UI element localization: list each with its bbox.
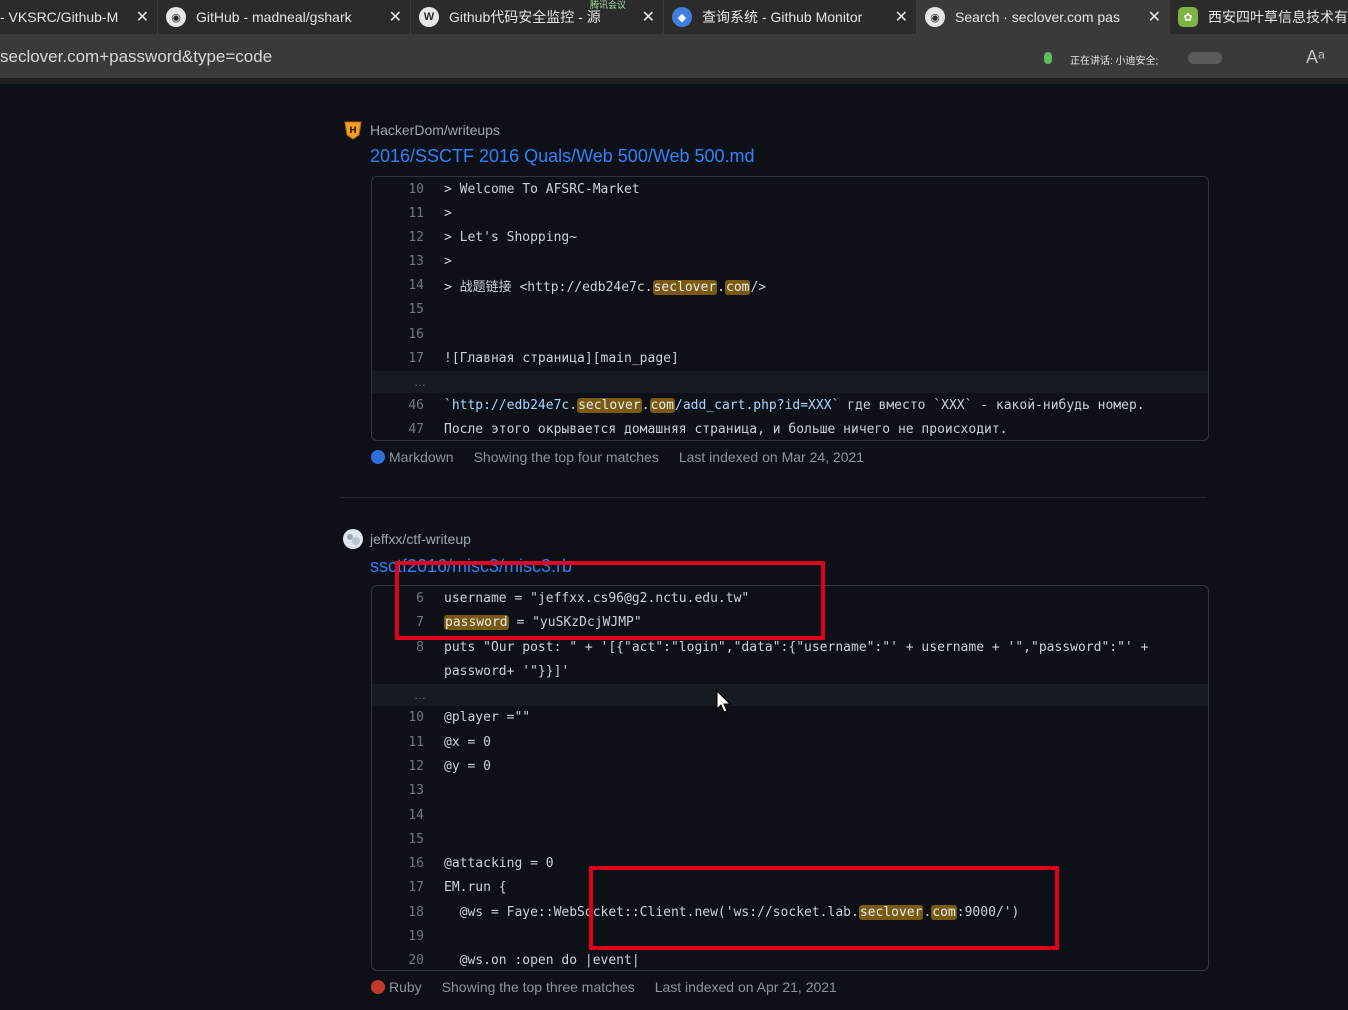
repo-name-link[interactable]: jeffxx/ctf-writeup bbox=[370, 531, 471, 547]
annotation-box-websocket bbox=[589, 866, 1059, 950]
match-highlight: seclover bbox=[652, 279, 718, 295]
code-snippet-box: 10 > Welcome To AFSRC-Market 11 > 12 > Let'… bbox=[371, 176, 1209, 441]
meeting-indicator: 腾讯会议 bbox=[590, 0, 627, 10]
code-line: 11 > bbox=[408, 205, 452, 221]
close-icon[interactable]: ✕ bbox=[389, 7, 402, 27]
close-icon[interactable]: ✕ bbox=[642, 7, 655, 27]
result-separator bbox=[340, 497, 1206, 498]
match-highlight: com bbox=[649, 397, 675, 413]
tab-title: 西安四叶草信息技术有 bbox=[1208, 9, 1348, 25]
language-color-dot bbox=[371, 980, 385, 994]
language-label: Ruby bbox=[389, 979, 422, 995]
code-line: 46 `http://edb24e7c.seclover.com/add_cart… bbox=[408, 397, 1145, 413]
code-line: 15 bbox=[408, 301, 424, 317]
language-color-dot bbox=[371, 450, 385, 464]
result-repo-row: H HackerDom/writeups bbox=[342, 119, 500, 141]
result-meta: Ruby Showing the top three matches Last … bbox=[371, 979, 837, 995]
code-line: 16 @attacking = 0 bbox=[408, 855, 554, 871]
code-line: 10 @player ="" bbox=[408, 709, 531, 725]
svg-text:H: H bbox=[349, 126, 357, 136]
code-line: 47 После этого окрывается домашняя страни… bbox=[408, 421, 1008, 437]
close-icon[interactable]: ✕ bbox=[136, 7, 149, 27]
tab-query-system[interactable]: ◆ 查询系统 - Github Monitor ✕ bbox=[664, 0, 917, 34]
match-highlight: com bbox=[725, 279, 751, 295]
repo-avatar[interactable]: H bbox=[342, 119, 364, 141]
code-line: 20 @ws.on :open do |event| bbox=[408, 952, 640, 968]
tab-vksrc[interactable]: - VKSRC/Github-M ✕ bbox=[0, 0, 158, 34]
result-meta: Markdown Showing the top four matches La… bbox=[371, 449, 864, 465]
read-aloud-icon[interactable]: A͏ᵃ bbox=[1306, 47, 1325, 68]
blurred-icon bbox=[1188, 52, 1222, 64]
code-line: 13 > bbox=[408, 253, 452, 269]
match-count: Showing the top three matches bbox=[441, 979, 635, 995]
tab-gshark[interactable]: ◉ GitHub - madneal/gshark ✕ bbox=[158, 0, 411, 34]
code-line: 12 > Let's Shopping~ bbox=[408, 229, 578, 245]
tab-title: Search · seclover.com pas bbox=[955, 9, 1120, 25]
language-label: Markdown bbox=[389, 449, 454, 465]
code-line: 17 ![Главная страница][main_page] bbox=[408, 350, 679, 366]
annotation-box-credentials bbox=[395, 561, 825, 640]
file-path-link[interactable]: 2016/SSCTF 2016 Quals/Web 500/Web 500.md bbox=[370, 146, 755, 167]
code-line: 17 EM.run { bbox=[408, 879, 507, 895]
tab-title: GitHub - madneal/gshark bbox=[196, 9, 352, 25]
github-icon: ◉ bbox=[925, 7, 945, 27]
monitor-icon: ◆ bbox=[672, 7, 692, 27]
tab-title: 查询系统 - Github Monitor bbox=[702, 9, 863, 25]
code-line: 13 bbox=[408, 782, 424, 798]
match-count: Showing the top four matches bbox=[473, 449, 659, 465]
indexed-date: Last indexed on Mar 24, 2021 bbox=[678, 449, 865, 465]
github-icon: ◉ bbox=[166, 7, 186, 27]
tab-search-seclover[interactable]: ◉ Search · seclover.com pas ✕ bbox=[917, 0, 1170, 34]
code-line: 12 @y = 0 bbox=[408, 758, 491, 774]
tab-github-monitor-wp[interactable]: W Github代码安全监控 - 源 ✕ bbox=[411, 0, 664, 34]
tab-strip: - VKSRC/Github-M ✕ ◉ GitHub - madneal/gs… bbox=[0, 0, 1348, 34]
code-gap: … bbox=[372, 684, 1208, 706]
code-line: password+ '"}}]' bbox=[444, 663, 570, 679]
match-highlight: seclover bbox=[577, 397, 642, 413]
code-line: 11 @x = 0 bbox=[408, 734, 491, 750]
tab-title: - VKSRC/Github-M bbox=[0, 9, 119, 25]
code-line: 15 bbox=[408, 831, 424, 847]
close-icon[interactable]: ✕ bbox=[895, 7, 908, 27]
code-gap: … bbox=[372, 371, 1208, 393]
code-line: 10 > Welcome To AFSRC-Market bbox=[408, 181, 640, 197]
result-repo-row: jeffxx/ctf-writeup bbox=[342, 528, 471, 550]
mouse-cursor-icon bbox=[716, 689, 732, 719]
microphone-icon bbox=[1044, 52, 1052, 64]
tab-seclover-company[interactable]: ✿ 西安四叶草信息技术有 bbox=[1170, 0, 1348, 34]
code-line: 14 > 战题链接 <http://edb24e7c.seclover.com/> bbox=[408, 277, 767, 295]
code-line: 14 bbox=[408, 807, 424, 823]
code-line: 16 bbox=[408, 326, 424, 342]
toolbar-divider bbox=[0, 78, 1348, 84]
indexed-date: Last indexed on Apr 21, 2021 bbox=[654, 979, 837, 995]
repo-avatar[interactable] bbox=[342, 528, 364, 550]
repo-name-link[interactable]: HackerDom/writeups bbox=[370, 122, 500, 138]
speaking-status: 正在讲话: 小迪安全; bbox=[1070, 56, 1159, 67]
close-icon[interactable]: ✕ bbox=[1148, 7, 1161, 27]
code-line: 19 bbox=[408, 928, 424, 944]
wordpress-icon: W bbox=[419, 7, 439, 27]
url-text[interactable]: seclover.com+password&type=code bbox=[0, 47, 272, 67]
clover-icon: ✿ bbox=[1178, 7, 1198, 27]
